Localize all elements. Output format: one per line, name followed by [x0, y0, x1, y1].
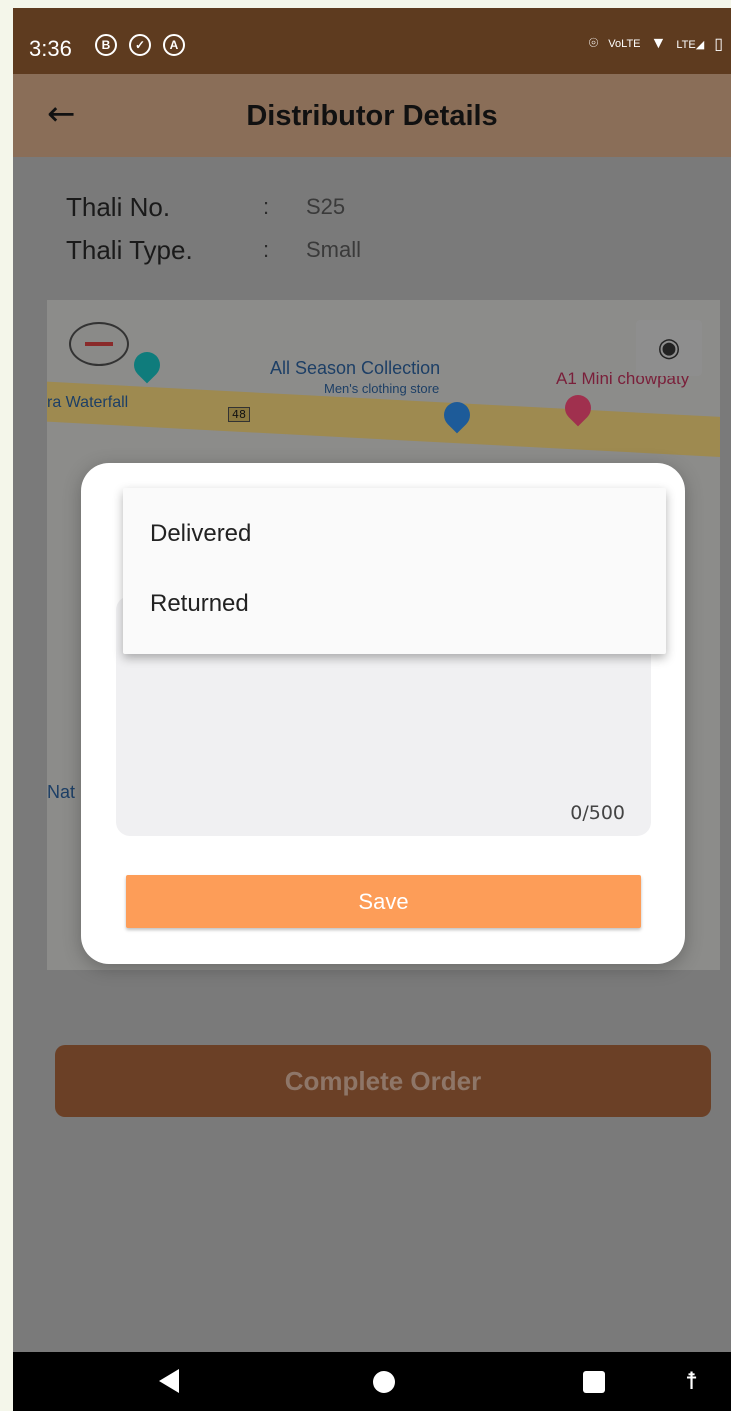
- accessibility-icon[interactable]: ☨: [685, 1366, 698, 1396]
- b-circle-icon: B: [95, 34, 117, 56]
- compass-icon[interactable]: [69, 322, 129, 366]
- map-label: ra Waterfall: [47, 394, 129, 411]
- status-bar: 3:36 B ✓ A ⌾ VoLTE ▼ LTE◢ ▯: [13, 8, 731, 74]
- status-right-icons: ⌾ VoLTE ▼ LTE◢ ▯: [589, 34, 723, 54]
- map-label: Men's clothing store: [324, 381, 440, 396]
- character-counter: 0/500: [570, 802, 625, 824]
- lte-signal-icon: LTE◢: [676, 38, 705, 51]
- thali-no-label: Thali No.: [66, 192, 171, 222]
- thali-type-label: Thali Type.: [66, 235, 193, 265]
- dropdown-item-delivered[interactable]: Delivered: [123, 499, 666, 569]
- battery-icon: ▯: [714, 36, 723, 53]
- separator: :: [263, 194, 270, 219]
- thali-no-value: S25: [306, 194, 346, 219]
- nav-home-icon[interactable]: [373, 1371, 395, 1393]
- a-circle-icon: A: [163, 34, 185, 56]
- wifi-icon: ▼: [650, 35, 667, 52]
- complete-order-button[interactable]: Complete Order: [55, 1045, 711, 1117]
- app-bar: ← Distributor Details: [13, 74, 731, 157]
- status-time: 3:36: [29, 36, 72, 61]
- separator: :: [263, 237, 270, 262]
- nav-recents-icon[interactable]: [583, 1371, 605, 1393]
- save-button[interactable]: Save: [126, 875, 641, 928]
- navigation-bar: ☨: [13, 1352, 731, 1411]
- thali-type-value: Small: [306, 237, 362, 262]
- volte-icon: VoLTE: [608, 38, 641, 50]
- my-location-icon[interactable]: ◉: [636, 320, 702, 376]
- location-pin-icon: ⌾: [588, 35, 599, 52]
- page-title: Distributor Details: [246, 100, 498, 132]
- status-dropdown-menu: Delivered Returned: [123, 488, 666, 654]
- dropdown-item-returned[interactable]: Returned: [123, 569, 666, 639]
- shield-check-icon: ✓: [129, 34, 151, 56]
- map-label: All Season Collection: [270, 358, 441, 378]
- camera-marker-icon[interactable]: [128, 346, 166, 384]
- road-number: 48: [228, 407, 250, 422]
- phone-screen: 3:36 B ✓ A ⌾ VoLTE ▼ LTE◢ ▯ ← Distributo…: [13, 8, 731, 1411]
- nav-back-icon[interactable]: [159, 1369, 179, 1393]
- map-label: Nat: [47, 782, 76, 802]
